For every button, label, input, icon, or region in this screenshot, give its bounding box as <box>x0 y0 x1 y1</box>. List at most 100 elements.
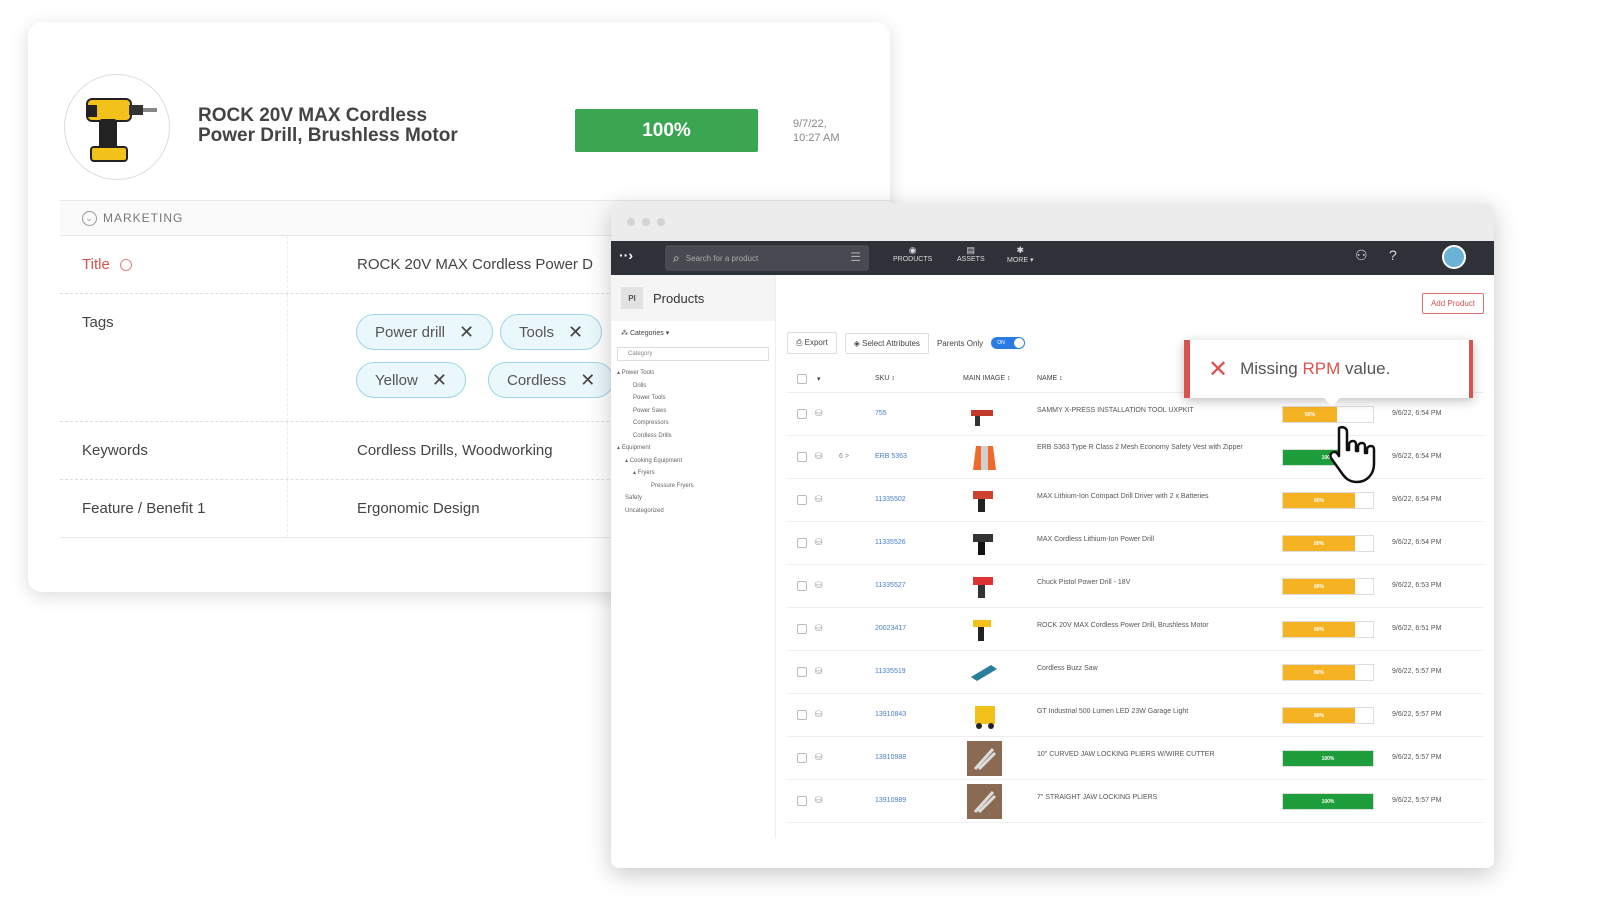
table-row[interactable]: ⛁ 13910988 10" CURVED JAW LOCKING PLIERS W… <box>787 737 1484 780</box>
product-name[interactable]: MAX Cordless Lithium-Ion Power Drill <box>1037 534 1252 546</box>
tree-item[interactable]: Uncategorized <box>611 505 775 518</box>
tree-item[interactable]: Power Tools <box>611 392 775 405</box>
product-image[interactable] <box>967 440 1002 475</box>
row-checkbox[interactable] <box>797 624 807 634</box>
tree-item[interactable]: Cordless Drills <box>611 430 775 443</box>
product-name[interactable]: ERB S363 Type R Class 2 Mesh Economy Saf… <box>1037 442 1252 454</box>
table-row[interactable]: ⛁ 20023417 ROCK 20V MAX Cordless Power Dri… <box>787 608 1484 651</box>
row-checkbox[interactable] <box>797 538 807 548</box>
tree-item[interactable]: Drills <box>611 380 775 393</box>
row-checkbox[interactable] <box>797 710 807 720</box>
product-image[interactable] <box>967 483 1002 518</box>
help-icon[interactable]: ? <box>1389 247 1397 263</box>
sku-link[interactable]: 20023417 <box>875 625 906 632</box>
column-name[interactable]: NAME ↕ <box>1037 375 1063 382</box>
product-name[interactable]: SAMMY X-PRESS INSTALLATION TOOL UXPKIT <box>1037 405 1252 417</box>
close-icon[interactable]: ✕ <box>580 370 595 391</box>
sku-link[interactable]: 755 <box>875 410 887 417</box>
visibility-icon[interactable]: ⛁ <box>815 795 823 806</box>
row-checkbox[interactable] <box>797 753 807 763</box>
window-dot[interactable] <box>627 218 635 226</box>
nav-assets[interactable]: ▤ ASSETS <box>957 245 985 263</box>
column-sku[interactable]: SKU ↕ <box>875 375 895 382</box>
tree-item[interactable]: Pressure Fryers <box>611 480 775 493</box>
visibility-icon[interactable]: ⛁ <box>815 580 823 591</box>
tree-item[interactable]: ▴ Equipment <box>611 442 775 455</box>
tree-item[interactable]: Safety <box>611 492 775 505</box>
product-name[interactable]: GT Industrial 500 Lumen LED 23W Garage L… <box>1037 706 1252 718</box>
row-checkbox[interactable] <box>797 452 807 462</box>
search-input[interactable]: ⌕ Search for a product ☰ <box>665 245 869 271</box>
nav-more[interactable]: ✱ MORE ▾ <box>1007 245 1033 264</box>
tag-chip[interactable]: Cordless ✕ <box>488 362 615 398</box>
tag-chip[interactable]: Power drill ✕ <box>356 314 494 350</box>
row-checkbox[interactable] <box>797 581 807 591</box>
select-all-checkbox[interactable] <box>797 374 807 384</box>
table-row[interactable]: ⛁ 13910843 GT Industrial 500 Lumen LED 23W… <box>787 694 1484 737</box>
export-button[interactable]: ⎙ Export <box>787 332 837 354</box>
window-dot[interactable] <box>657 218 665 226</box>
table-row[interactable]: ⛁ 13910989 7" STRAIGHT JAW LOCKING PLIERS 1… <box>787 780 1484 823</box>
tag-chip[interactable]: Tools ✕ <box>500 314 603 350</box>
close-icon[interactable]: ✕ <box>432 370 447 391</box>
parents-only-toggle[interactable]: ON <box>991 337 1026 349</box>
window-dot[interactable] <box>642 218 650 226</box>
tree-item[interactable]: ▴ Fryers <box>611 467 775 480</box>
tree-item[interactable]: ▴ Power Tools <box>611 367 775 380</box>
product-name[interactable]: Cordless Buzz Saw <box>1037 663 1252 675</box>
tag-chip[interactable]: Yellow ✕ <box>356 362 466 398</box>
product-image[interactable] <box>967 784 1002 819</box>
filter-icon[interactable]: ☰ <box>850 250 861 264</box>
sku-link[interactable]: 11335527 <box>875 582 906 589</box>
table-row[interactable]: ⛁ 11335527 Chuck Pistol Power Drill - 18V 8… <box>787 565 1484 608</box>
product-image[interactable] <box>967 655 1002 690</box>
sku-link[interactable]: 11335519 <box>875 668 906 675</box>
add-user-icon[interactable]: ⚇ <box>1355 247 1368 264</box>
product-image[interactable] <box>967 569 1002 604</box>
visibility-icon[interactable]: ⛁ <box>815 537 823 548</box>
sku-link[interactable]: 11335526 <box>875 539 906 546</box>
categories-dropdown[interactable]: ⁂ Categories ▾ <box>611 321 775 345</box>
row-checkbox[interactable] <box>797 796 807 806</box>
chevron-down-icon[interactable]: ▾ <box>817 375 821 383</box>
product-name[interactable]: ROCK 20V MAX Cordless Power Drill, Brush… <box>1037 620 1252 632</box>
product-image[interactable] <box>967 526 1002 561</box>
visibility-icon[interactable]: ⛁ <box>815 494 823 505</box>
field-value-title[interactable]: ROCK 20V MAX Cordless Power D <box>357 256 593 273</box>
close-icon[interactable]: ✕ <box>568 322 583 343</box>
add-product-button[interactable]: Add Product <box>1421 293 1484 314</box>
select-attributes-button[interactable]: ◈ Select Attributes <box>844 332 929 354</box>
sku-link[interactable]: 13910988 <box>875 754 906 761</box>
avatar[interactable] <box>1442 245 1466 269</box>
product-image[interactable] <box>967 698 1002 733</box>
visibility-icon[interactable]: ⛁ <box>815 408 823 419</box>
product-name[interactable]: MAX Lithium-Ion Compact Drill Driver wit… <box>1037 491 1252 503</box>
row-checkbox[interactable] <box>797 667 807 677</box>
sku-link[interactable]: 11335502 <box>875 496 906 503</box>
column-main-image[interactable]: MAIN IMAGE ↕ <box>963 375 1010 382</box>
logo-icon[interactable]: ··› <box>619 247 633 263</box>
visibility-icon[interactable]: ⛁ <box>815 451 823 462</box>
product-name[interactable]: 10" CURVED JAW LOCKING PLIERS W/WIRE CUT… <box>1037 749 1252 761</box>
field-value-keywords[interactable]: Cordless Drills, Woodworking <box>357 442 553 459</box>
visibility-icon[interactable]: ⛁ <box>815 666 823 677</box>
category-select[interactable]: Category <box>617 347 769 361</box>
tree-item[interactable]: ▴ Cooking Equipment <box>611 455 775 468</box>
table-row[interactable]: ⛁ 11335526 MAX Cordless Lithium-Ion Power … <box>787 522 1484 565</box>
visibility-icon[interactable]: ⛁ <box>815 752 823 763</box>
nav-products[interactable]: ◉ PRODUCTS <box>893 245 932 263</box>
sku-link[interactable]: ERB 5363 <box>875 453 907 460</box>
product-name[interactable]: Chuck Pistol Power Drill - 18V <box>1037 577 1252 589</box>
table-row[interactable]: ⛁ 11335519 Cordless Buzz Saw 80% 9/6/22, 5:5… <box>787 651 1484 694</box>
product-image[interactable] <box>967 741 1002 776</box>
product-name[interactable]: 7" STRAIGHT JAW LOCKING PLIERS <box>1037 792 1252 804</box>
children-count[interactable]: 6 > <box>839 453 849 460</box>
visibility-icon[interactable]: ⛁ <box>815 709 823 720</box>
visibility-icon[interactable]: ⛁ <box>815 623 823 634</box>
row-checkbox[interactable] <box>797 409 807 419</box>
tree-item[interactable]: Compressors <box>611 417 775 430</box>
sku-link[interactable]: 13910989 <box>875 797 906 804</box>
sku-link[interactable]: 13910843 <box>875 711 906 718</box>
field-value-feature[interactable]: Ergonomic Design <box>357 500 480 517</box>
product-image[interactable] <box>967 397 1002 432</box>
